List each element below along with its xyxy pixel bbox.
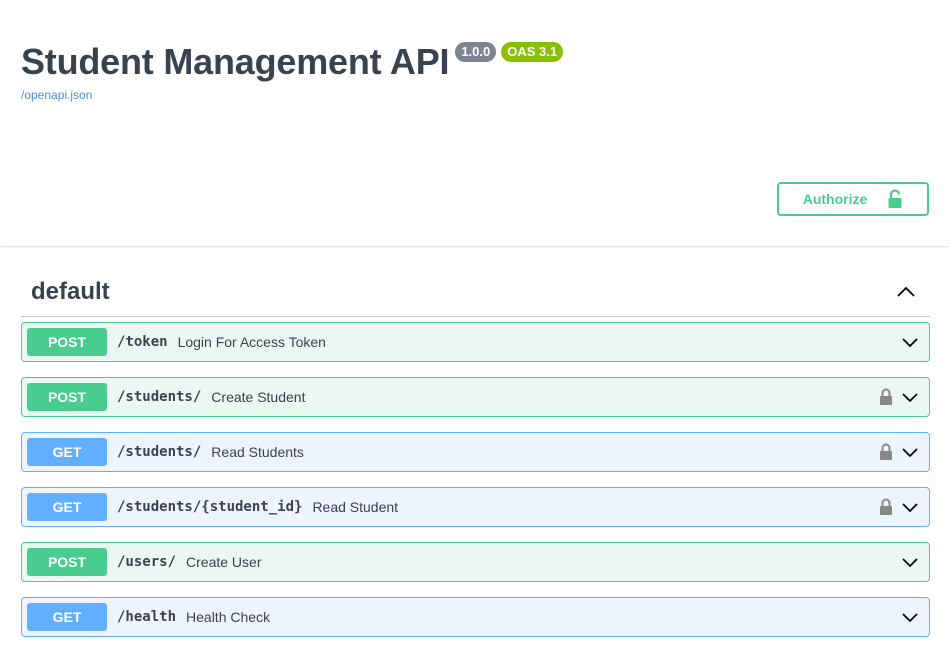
chevron-down-icon[interactable]	[901, 611, 919, 623]
title-row: Student Management API 1.0.0 OAS 3.1	[21, 40, 564, 84]
chevron-down-icon[interactable]	[901, 446, 919, 458]
tag-name: default	[31, 278, 110, 305]
operation-path: /students/	[117, 444, 202, 460]
method-badge: POST	[27, 328, 107, 356]
operations-list: POST /token Login For Access Token POST …	[21, 322, 930, 637]
operation-controls	[901, 543, 919, 581]
operation-summary: Read Student	[312, 499, 399, 515]
oas-badge: OAS 3.1	[501, 42, 564, 62]
operation-post-row[interactable]: POST /students/ Create Student	[21, 377, 930, 417]
api-info: Student Management API 1.0.0 OAS 3.1 /op…	[21, 40, 564, 102]
operation-path: /token	[117, 334, 168, 350]
page-title: Student Management API	[21, 41, 450, 82]
lock-icon[interactable]	[879, 388, 893, 406]
operation-controls	[901, 598, 919, 636]
operation-controls	[879, 433, 919, 471]
openapi-json-link[interactable]: /openapi.json	[21, 88, 563, 102]
operation-path: /students/{student_id}	[117, 499, 303, 515]
operation-get-row[interactable]: GET /health Health Check	[21, 597, 930, 637]
operation-post-row[interactable]: POST /token Login For Access Token	[21, 322, 930, 362]
method-badge: GET	[27, 438, 107, 466]
scheme-container: Authorize	[0, 150, 949, 246]
chevron-down-icon[interactable]	[901, 391, 919, 403]
lock-icon[interactable]	[879, 443, 893, 461]
tag-section-default: default POST /token Login For Access Tok…	[21, 268, 930, 652]
operation-controls	[901, 323, 919, 361]
operation-get-row[interactable]: GET /students/{student_id} Read Student	[21, 487, 930, 527]
tag-header[interactable]: default	[21, 268, 930, 317]
operation-controls	[879, 378, 919, 416]
operation-controls	[879, 488, 919, 526]
operation-post-row[interactable]: POST /users/ Create User	[21, 542, 930, 582]
operation-summary: Create User	[186, 554, 262, 570]
authorize-button[interactable]: Authorize	[777, 182, 929, 216]
lock-icon[interactable]	[879, 498, 893, 516]
version-badge: 1.0.0	[455, 42, 497, 62]
operation-path: /students/	[117, 389, 202, 405]
chevron-down-icon[interactable]	[901, 336, 919, 348]
operation-get-row[interactable]: GET /students/ Read Students	[21, 432, 930, 472]
chevron-up-icon[interactable]	[896, 286, 916, 298]
chevron-down-icon[interactable]	[901, 501, 919, 513]
method-badge: GET	[27, 493, 107, 521]
method-badge: POST	[27, 383, 107, 411]
operation-summary: Health Check	[186, 609, 271, 625]
operation-path: /health	[117, 609, 177, 625]
operation-summary: Read Students	[211, 444, 304, 460]
unlocked-icon	[887, 189, 903, 209]
operation-summary: Login For Access Token	[177, 334, 326, 350]
chevron-down-icon[interactable]	[901, 556, 919, 568]
operation-path: /users/	[117, 554, 177, 570]
method-badge: POST	[27, 548, 107, 576]
operation-summary: Create Student	[211, 389, 306, 405]
authorize-label: Authorize	[802, 191, 868, 207]
method-badge: GET	[27, 603, 107, 631]
